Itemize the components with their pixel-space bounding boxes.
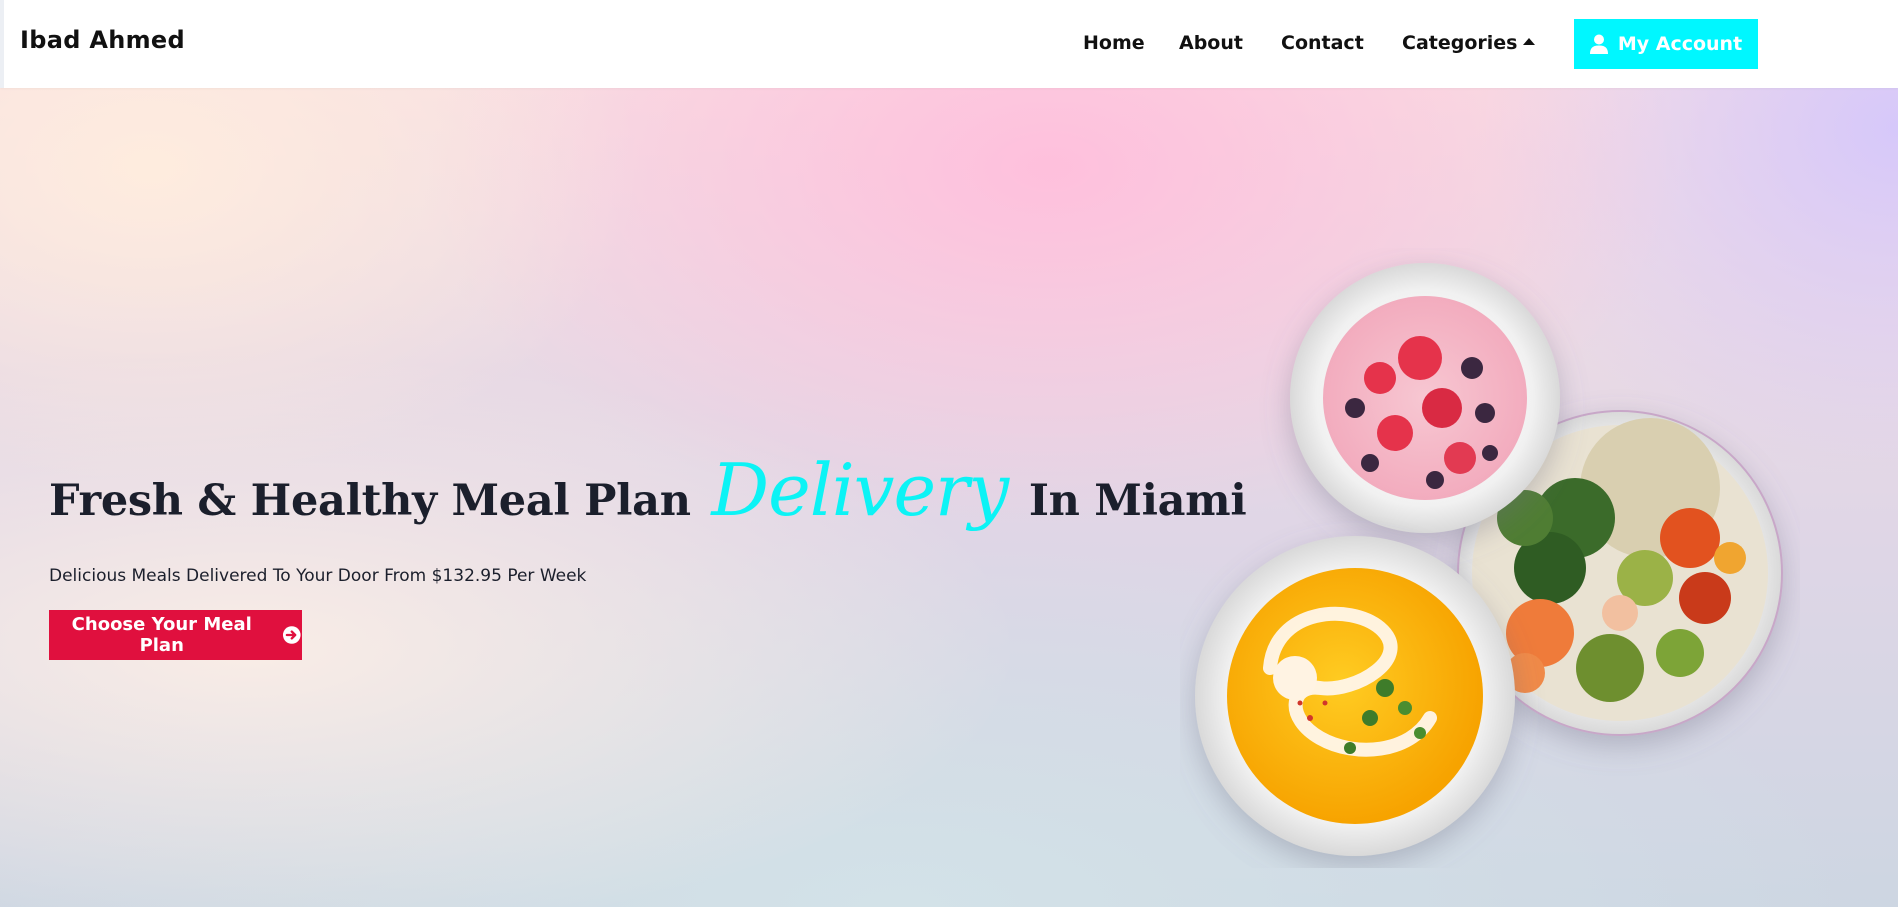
hero-title-accent: Delivery bbox=[711, 448, 1009, 532]
meal-bowls-image bbox=[1195, 263, 1783, 856]
my-account-label: My Account bbox=[1617, 33, 1743, 55]
brand-logo[interactable]: Ibad Ahmed bbox=[20, 26, 185, 54]
hero-section: Fresh & Healthy Meal Plan Delivery In Mi… bbox=[0, 88, 1898, 907]
hero-title: Fresh & Healthy Meal Plan Delivery In Mi… bbox=[49, 448, 1247, 532]
nav-categories-dropdown[interactable]: Categories bbox=[1402, 32, 1536, 54]
choose-meal-plan-button[interactable]: Choose Your Meal Plan bbox=[49, 610, 302, 660]
my-account-button[interactable]: My Account bbox=[1574, 19, 1758, 69]
nav-home-link[interactable]: Home bbox=[1083, 32, 1145, 54]
smoothie-bowl bbox=[1290, 263, 1560, 533]
soup-bowl bbox=[1195, 536, 1515, 856]
top-navbar: Ibad Ahmed Home About Contact Categories… bbox=[0, 0, 1898, 88]
user-icon bbox=[1589, 34, 1608, 54]
arrow-circle-right-icon bbox=[283, 626, 302, 644]
nav-contact-link[interactable]: Contact bbox=[1281, 32, 1364, 54]
caret-up-icon bbox=[1523, 38, 1536, 45]
nav-categories-label: Categories bbox=[1402, 32, 1518, 54]
hero-title-start: Fresh & Healthy Meal Plan bbox=[49, 476, 691, 526]
cta-label: Choose Your Meal Plan bbox=[71, 614, 252, 656]
nav-about-link[interactable]: About bbox=[1179, 32, 1243, 54]
hero-subtitle: Delicious Meals Delivered To Your Door F… bbox=[49, 566, 587, 586]
